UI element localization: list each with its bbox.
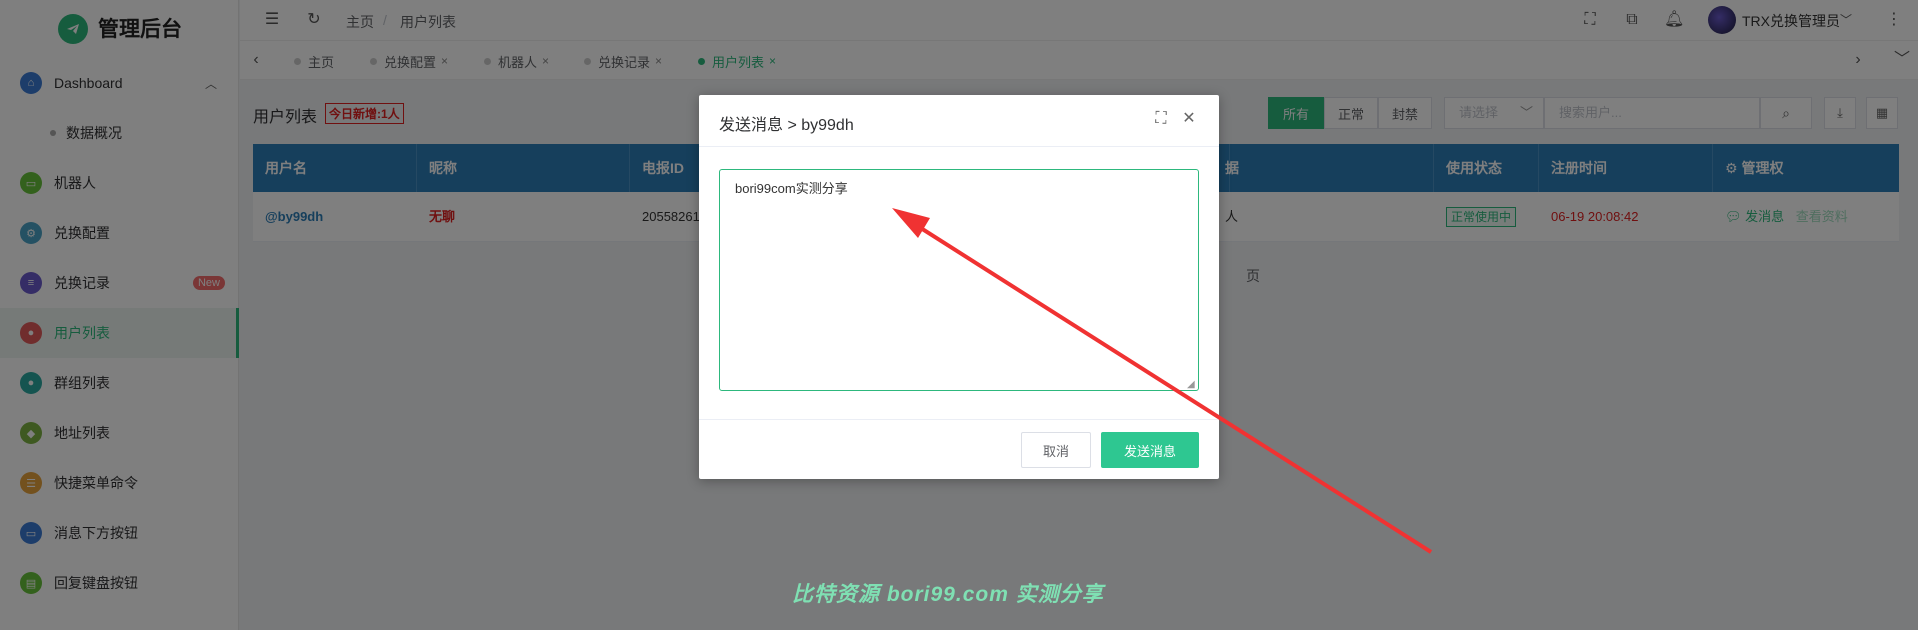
annotation-arrow	[892, 208, 1433, 554]
arrow-line	[903, 216, 1433, 554]
arrow-head	[892, 208, 930, 238]
watermark: 比特资源 bori99.com 实测分享	[792, 583, 1104, 606]
